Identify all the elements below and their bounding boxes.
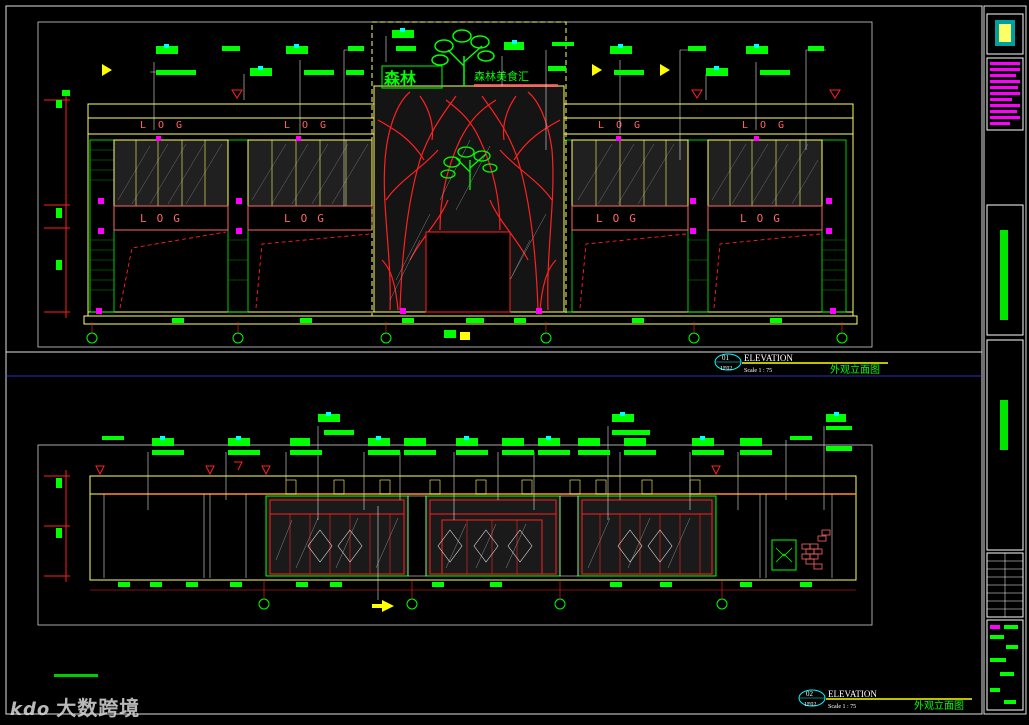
logo-fascia-3: LOG (598, 120, 652, 131)
logo-sign-3: LOG (596, 212, 646, 225)
watermark-text: 大数跨境 (56, 696, 141, 720)
view-01-number: 01 (722, 354, 730, 362)
watermark: kdo 大数跨境 (10, 692, 140, 721)
view-label-02: 02 1F02 ELEVATION Scale 1 : 75 外观立面图 (798, 689, 972, 712)
signboard: 森林 森林美食汇 (381, 29, 558, 89)
view-02-caption: 外观立面图 (914, 699, 964, 712)
logo-sign-2: LOG (284, 212, 334, 225)
view-01-ref: 1F02 (720, 366, 732, 372)
view-02-ref: 1F02 (804, 702, 816, 708)
view-label-01: 01 1F02 ELEVATION Scale 1 : 75 外观立面图 (714, 353, 888, 376)
logo-fascia-1: LOG (140, 120, 194, 131)
elevation-02 (44, 412, 857, 677)
view-02-number: 02 (806, 690, 814, 698)
logo-fascia-4: LOG (742, 120, 796, 131)
logo-sign-1: LOG (140, 212, 190, 225)
view-02-title: ELEVATION (828, 689, 877, 699)
view-02-scale: Scale 1 : 75 (828, 704, 856, 710)
watermark-logo: kdo (10, 699, 51, 720)
signboard-subtitle: 森林美食汇 (474, 69, 529, 83)
view-01-scale: Scale 1 : 75 (744, 368, 772, 374)
logo-fascia-2: LOG (284, 120, 338, 131)
logo-sign-4: LOG (740, 212, 790, 225)
title-block (986, 13, 1024, 711)
elevation-01: LOG LOG LOG LOG LOG LOG LOG LOG 森林 森林美食汇 (44, 21, 858, 344)
view-01-title: ELEVATION (744, 353, 793, 363)
signboard-name: 森林 (384, 69, 416, 88)
cad-drawing-canvas[interactable]: LOG LOG LOG LOG LOG LOG LOG LOG 森林 森林美食汇… (0, 0, 1029, 725)
view-01-caption: 外观立面图 (830, 363, 880, 376)
